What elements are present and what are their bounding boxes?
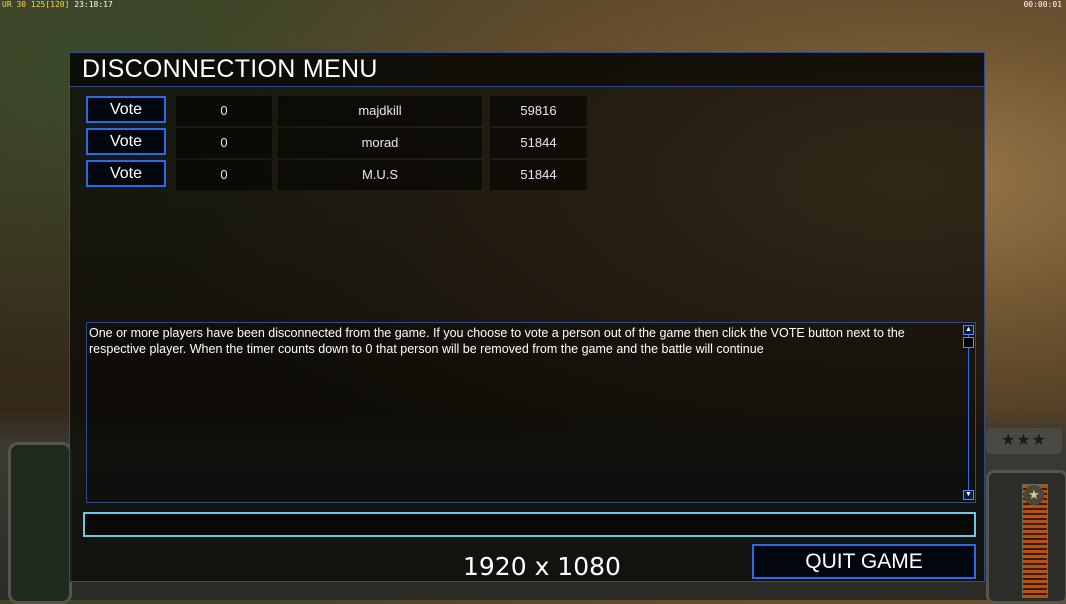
player-name: M.U.S [278,160,482,190]
vote-count: 0 [176,160,272,190]
star-icon: ★ [1024,485,1044,505]
player-row: Vote 0 morad 51844 [86,128,606,158]
quit-game-button[interactable]: QUIT GAME [752,544,976,579]
scroll-thumb[interactable] [963,337,974,348]
vote-count: 0 [176,128,272,158]
fps-text: UR 30 125[120] [2,0,70,9]
chat-input[interactable] [83,512,976,537]
player-name: majdkill [278,96,482,126]
player-timer: 59816 [490,96,587,126]
vote-button[interactable]: Vote [86,160,166,187]
disconnect-message: One or more players have been disconnect… [89,326,905,356]
player-timer: 51844 [490,128,587,158]
resolution-label: 1920 x 1080 [463,552,621,581]
vote-button[interactable]: Vote [86,128,166,155]
dialog-title: DISCONNECTION MENU [82,55,378,83]
hud-left-panel [8,442,72,604]
game-timer: 00:00:01 [1023,0,1062,9]
scroll-up-arrow-icon[interactable]: ▲ [963,325,974,335]
disconnection-dialog: DISCONNECTION MENU Vote 0 majdkill 59816… [69,52,985,582]
rank-stars: ★★★ [986,428,1062,454]
fps-readout: UR 30 125[120] 23:18:17 [2,0,113,9]
scroll-down-arrow-icon[interactable]: ▼ [963,490,974,500]
dialog-title-bar: DISCONNECTION MENU [70,53,984,87]
player-row: Vote 0 majdkill 59816 [86,96,606,126]
message-box: One or more players have been disconnect… [86,322,976,503]
system-clock: 23:18:17 [74,0,113,9]
scroll-track [968,325,969,500]
vote-count: 0 [176,96,272,126]
player-name: morad [278,128,482,158]
player-row: Vote 0 M.U.S 51844 [86,160,606,190]
vote-button[interactable]: Vote [86,96,166,123]
message-scrollbar[interactable]: ▲ ▼ [963,325,974,500]
player-timer: 51844 [490,160,587,190]
